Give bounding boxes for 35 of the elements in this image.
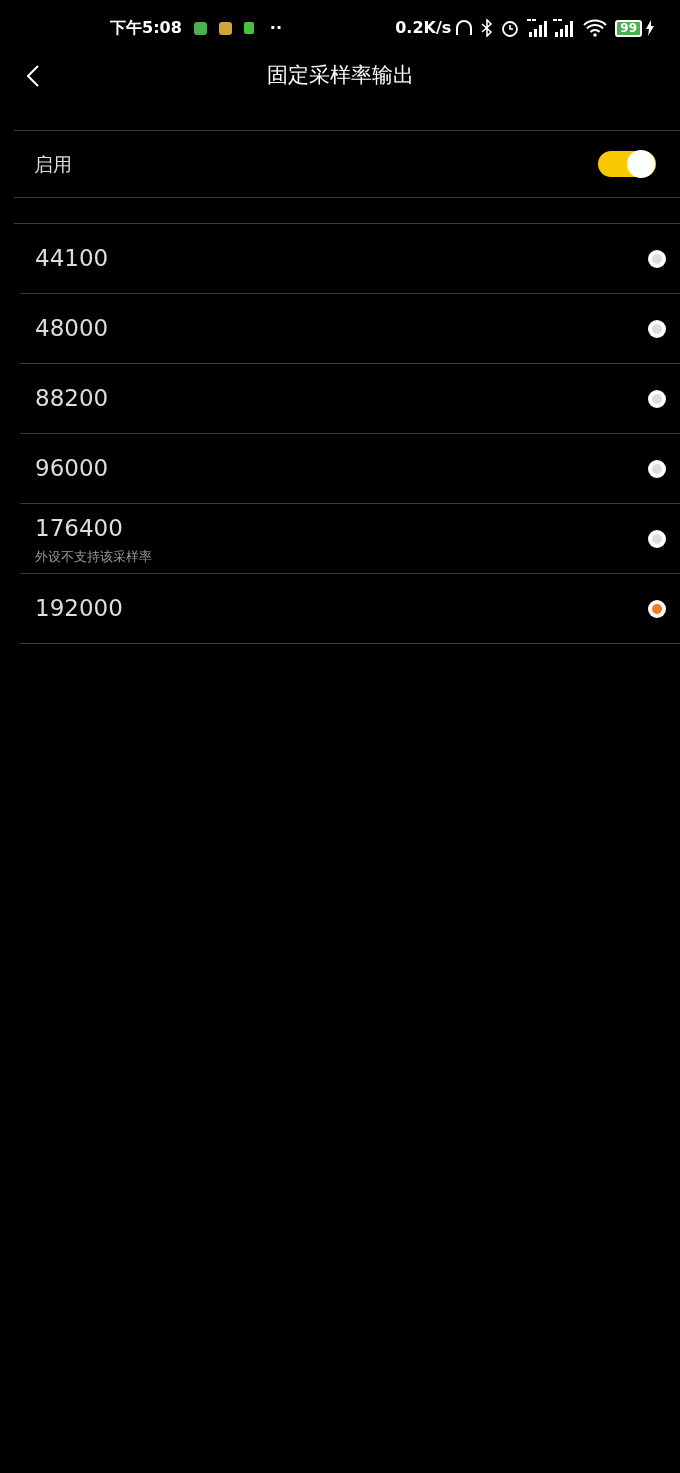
page-title: 固定采样率输出 bbox=[266, 62, 414, 90]
signal-icon bbox=[553, 19, 576, 37]
more-notifications: ·· bbox=[269, 17, 282, 39]
radio-button[interactable] bbox=[648, 599, 666, 618]
sample-rate-value: 48000 bbox=[35, 314, 110, 344]
signal-icon bbox=[527, 19, 550, 37]
sample-rate-value: 44100 bbox=[35, 244, 110, 274]
status-time: 下午5:08 bbox=[110, 17, 182, 39]
radio-button[interactable] bbox=[648, 529, 666, 548]
sample-rate-option[interactable]: 192000 bbox=[20, 574, 680, 644]
wifi-icon bbox=[583, 19, 608, 37]
sample-rate-option[interactable]: 96000 bbox=[20, 434, 680, 504]
sample-rate-value: 96000 bbox=[35, 454, 110, 484]
enable-label: 启用 bbox=[34, 151, 73, 177]
app-icon bbox=[243, 22, 254, 34]
battery-indicator: 99 bbox=[615, 19, 642, 37]
headphones-icon bbox=[455, 19, 474, 37]
network-speed: 0.2K/s bbox=[395, 17, 452, 39]
enable-switch[interactable] bbox=[598, 151, 656, 177]
bluetooth-icon bbox=[481, 19, 494, 37]
sample-rate-option[interactable]: 88200 bbox=[20, 364, 680, 434]
radio-button[interactable] bbox=[648, 389, 666, 408]
sample-rate-option[interactable]: 44100 bbox=[20, 224, 680, 294]
sample-rate-value: 88200 bbox=[35, 384, 110, 414]
radio-button[interactable] bbox=[648, 459, 666, 478]
radio-button[interactable] bbox=[648, 319, 666, 338]
sample-rate-option[interactable]: 176400 外设不支持该采样率 bbox=[20, 504, 680, 574]
unsupported-note: 外设不支持该采样率 bbox=[35, 548, 153, 566]
charging-icon bbox=[646, 20, 654, 36]
app-icon bbox=[218, 21, 232, 35]
sample-rate-option[interactable]: 48000 bbox=[20, 294, 680, 364]
radio-button[interactable] bbox=[648, 249, 666, 268]
sample-rate-value: 176400 bbox=[35, 513, 124, 543]
sample-rate-value: 192000 bbox=[35, 594, 124, 624]
app-icon bbox=[193, 21, 207, 35]
